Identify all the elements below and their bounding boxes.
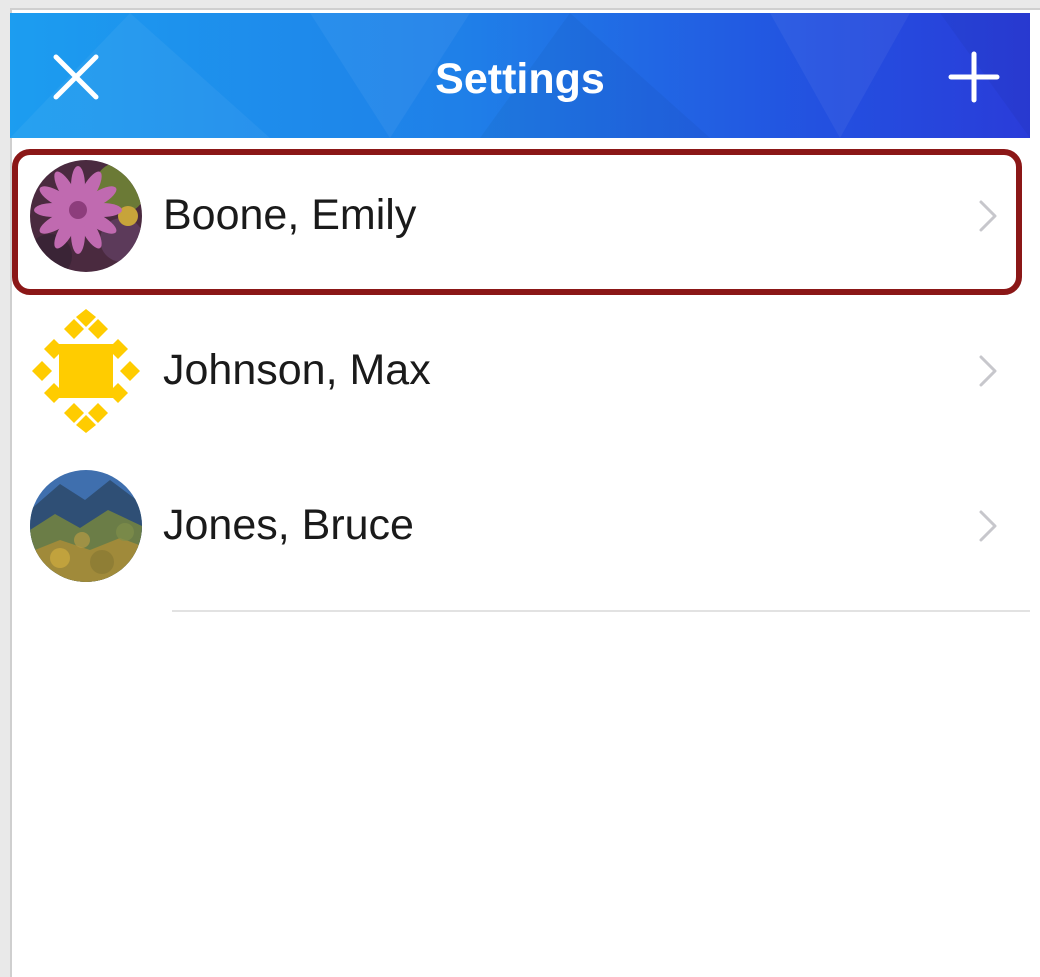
navigation-bar: Settings (10, 13, 1030, 138)
chevron-right-icon (979, 355, 997, 387)
user-row-boone-emily[interactable]: Boone, Emily (10, 138, 1030, 293)
user-name: Boone, Emily (163, 191, 417, 239)
chevron-right-icon (979, 200, 997, 232)
plus-icon[interactable] (948, 51, 1000, 103)
user-name: Jones, Bruce (163, 501, 414, 549)
user-name: Johnson, Max (163, 346, 431, 394)
flower-photo-avatar (30, 160, 142, 272)
list-separator (172, 610, 1030, 612)
page-title: Settings (435, 55, 605, 103)
user-list: Boone, Emily Johnson, Max Jones, Bruce (10, 138, 1030, 603)
user-row-johnson-max[interactable]: Johnson, Max (10, 293, 1030, 448)
user-row-jones-bruce[interactable]: Jones, Bruce (10, 448, 1030, 603)
yellow-pattern-avatar (32, 309, 140, 433)
mountain-photo-avatar (30, 470, 142, 582)
chevron-right-icon (979, 510, 997, 542)
